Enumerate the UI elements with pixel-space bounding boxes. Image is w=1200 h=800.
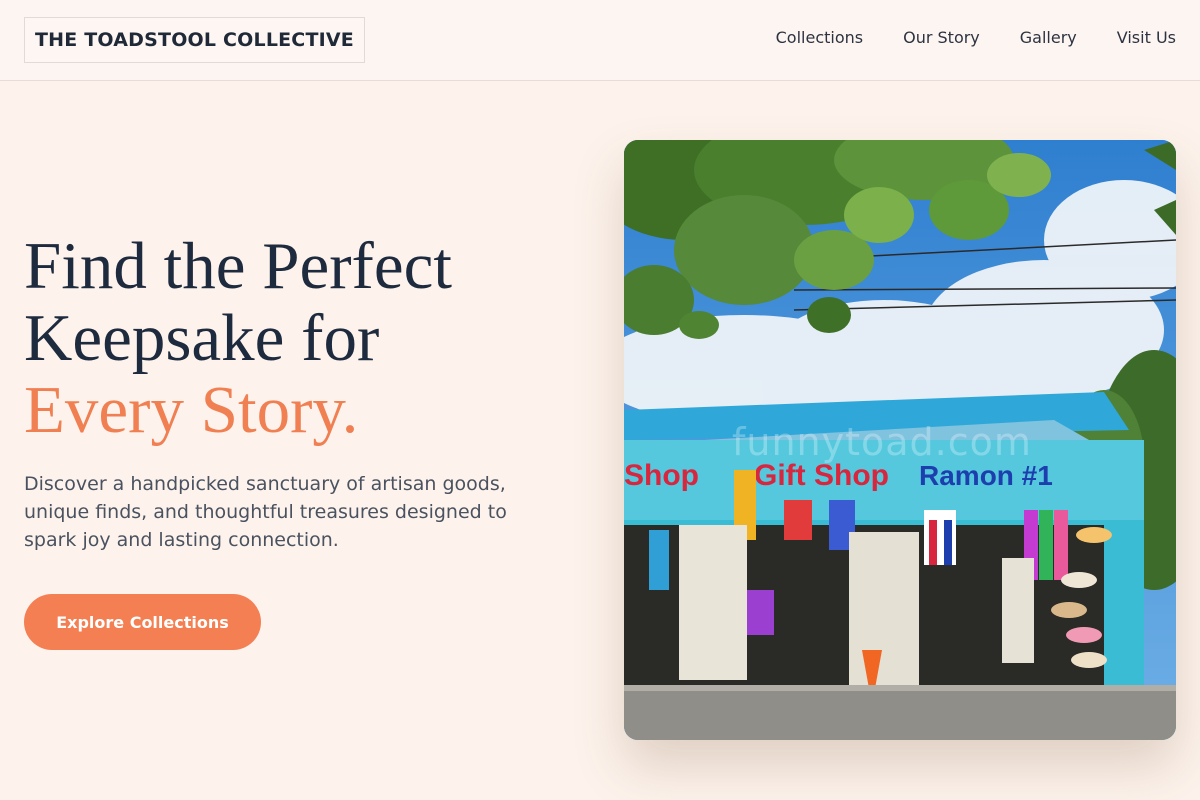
photo-watermark: funnytoad.com [732, 420, 1032, 464]
hero-description: Discover a handpicked sanctuary of artis… [24, 473, 507, 551]
nav-link-collections[interactable]: Collections [776, 28, 863, 48]
main-nav: Collections Our Story Gallery Visit Us [776, 28, 1176, 48]
headline-line-1: Find the Perfect [24, 229, 452, 303]
sign-shop-left: Shop [624, 459, 699, 492]
site-header: THE TOADSTOOL COLLECTIVE Collections Our… [0, 0, 1200, 81]
sidewalk [624, 688, 1176, 740]
headline-line-2: Keepsake for [24, 301, 380, 375]
nav-link-gallery[interactable]: Gallery [1020, 28, 1077, 48]
hero-photo-shopfront: Shop Gift Shop Ramon #1 funnytoad.com [624, 140, 1176, 740]
brand-logo[interactable]: THE TOADSTOOL COLLECTIVE [24, 17, 365, 63]
hero-headline: Find the Perfect Keepsake for Every Stor… [24, 230, 584, 446]
explore-collections-button[interactable]: Explore Collections [24, 594, 261, 650]
nav-link-visit-us[interactable]: Visit Us [1117, 28, 1176, 48]
sign-ramon: Ramon #1 [919, 460, 1053, 491]
headline-accent: Every Story. [24, 373, 359, 447]
nav-link-our-story[interactable]: Our Story [903, 28, 980, 48]
